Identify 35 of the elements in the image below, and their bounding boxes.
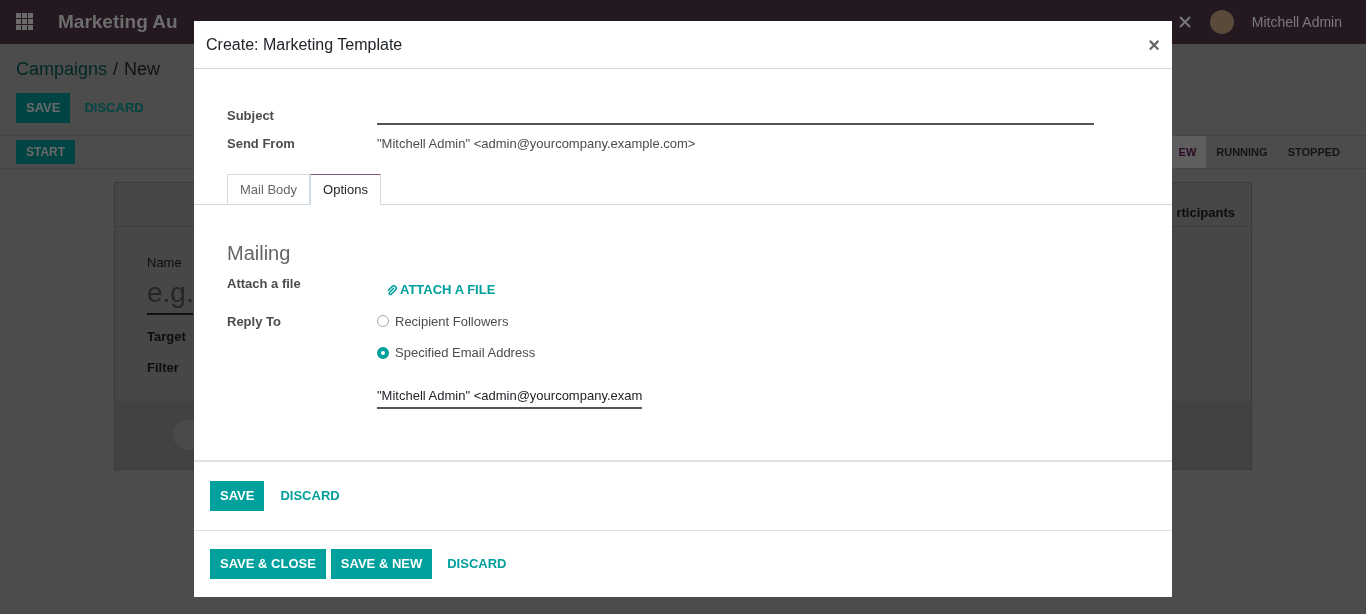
field-label: Filter (147, 359, 179, 377)
field-label: Target (147, 327, 186, 346)
dialog-title: Create: Marketing Template (206, 34, 403, 55)
field-label: Reply To (227, 312, 282, 331)
user-menu[interactable]: Mitchell Admin (1251, 11, 1342, 33)
apps-menu-icon[interactable] (16, 13, 34, 31)
radio-label: Specified Email Address (395, 344, 536, 362)
start-button[interactable]: START (16, 140, 76, 164)
reply-to-field[interactable]: "Mitchell Admin" <admin@yourcompany.exam (377, 384, 643, 409)
primary-button[interactable]: SAVE & NEW (330, 549, 433, 579)
send-from-value: "Mitchell Admin" <admin@yourcompany.example.com> (377, 134, 696, 153)
discard-link[interactable]: DISCARD (437, 549, 517, 579)
field-label: Attach a file (227, 275, 302, 293)
radio-label: Recipient Followers (395, 312, 509, 331)
card-tab[interactable]: rticipants (1176, 202, 1235, 222)
paperclip-icon (386, 283, 397, 296)
form-tab[interactable]: Options (310, 174, 381, 205)
form-tab[interactable]: Mail Body (227, 174, 311, 205)
attach-file-link[interactable]: ATTACH A FILE (386, 280, 496, 300)
field-label: Send From (227, 134, 296, 153)
app-title: Marketing Au (58, 9, 178, 34)
field-label: Name (147, 254, 182, 272)
primary-button[interactable]: SAVE & CLOSE (210, 549, 326, 579)
primary-button[interactable]: SAVE (210, 481, 265, 511)
close-button[interactable]: × (1148, 34, 1160, 55)
breadcrumb-current: New (124, 58, 161, 81)
save-button[interactable]: SAVE (16, 93, 71, 123)
radio-button[interactable] (377, 346, 389, 359)
user-avatar[interactable] (1209, 10, 1234, 34)
stage-step[interactable]: STOPPED (1277, 136, 1350, 168)
field-label: Subject (227, 106, 275, 125)
breadcrumb-separator: / (113, 58, 119, 81)
section-heading: Mailing (227, 241, 292, 266)
discard-link[interactable]: DISCARD (270, 481, 350, 511)
breadcrumb-link[interactable]: Campaigns (16, 56, 108, 83)
